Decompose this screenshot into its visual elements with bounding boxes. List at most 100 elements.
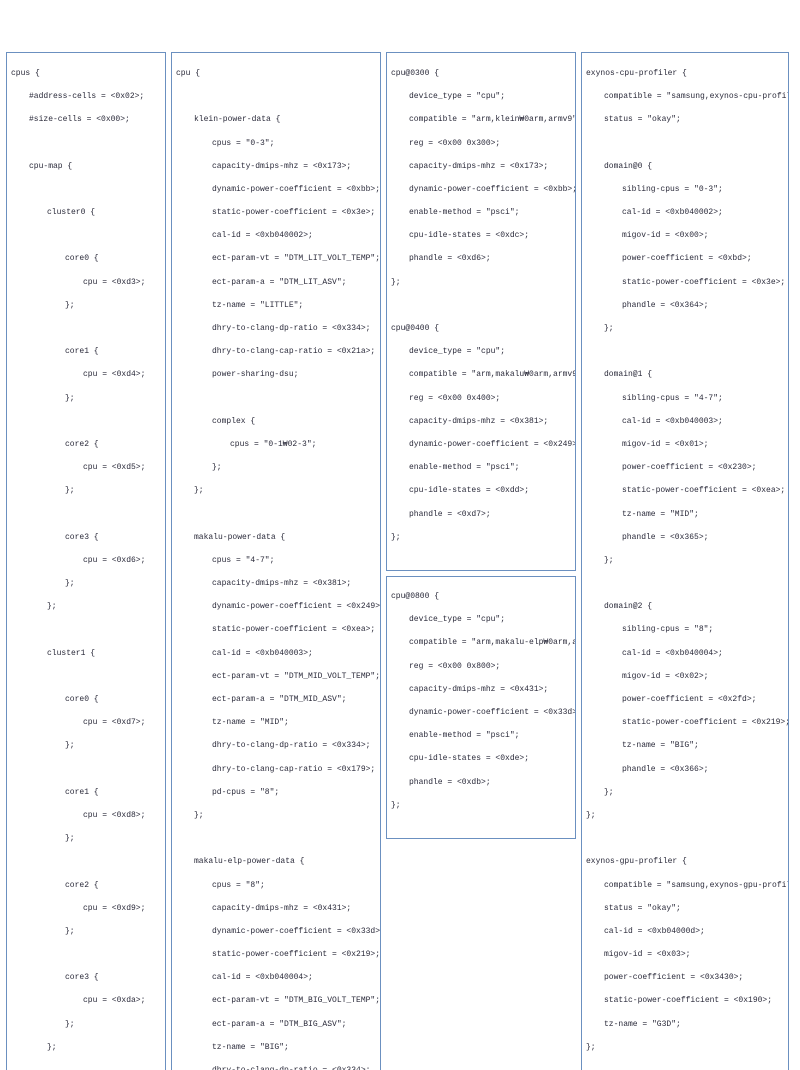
box-profilers: exynos-cpu-profiler { compatible = "sams… (581, 52, 789, 1070)
cpu0400-dyn: dynamic-power-coefficient = <0x249>; (391, 439, 571, 451)
cpu0800-dyn: dynamic-power-coefficient = <0x33d>; (391, 707, 571, 719)
m-dhry-dp: dhry-to-clang-dp-ratio = <0x334>; (176, 740, 376, 752)
cpu-xd3: cpu = <0xd3>; (11, 277, 161, 289)
close: }; (586, 323, 784, 335)
close: }; (586, 787, 784, 799)
m-stat: static-power-coefficient = <0xea>; (176, 624, 376, 636)
close: }; (11, 601, 161, 613)
close: }; (176, 462, 376, 474)
col-cpus: cpus { #address-cells = <0x02>; #size-ce… (6, 52, 166, 1070)
gp-compat: compatible = "samsung,exynos-gpu-profile… (586, 880, 784, 892)
e-dmips: capacity-dmips-mhz = <0x431>; (176, 903, 376, 915)
cpu0800-reg: reg = <0x00 0x800>; (391, 661, 571, 673)
k-ectvt: ect-param-vt = "DTM_LIT_VOLT_TEMP"; (176, 253, 376, 265)
cpu0300-reg: reg = <0x00 0x300>; (391, 138, 571, 150)
d0-open: domain@0 { (586, 161, 784, 173)
cpu0300-dyn: dynamic-power-coefficient = <0xbb>; (391, 184, 571, 196)
cpu0800-dmips: capacity-dmips-mhz = <0x431>; (391, 684, 571, 696)
d2-tz: tz-name = "BIG"; (586, 740, 784, 752)
close: }; (391, 277, 571, 289)
cpu0300-open: cpu@0300 { (391, 68, 571, 80)
m-cal: cal-id = <0xb040003>; (176, 648, 376, 660)
cpu-xd8: cpu = <0xd8>; (11, 810, 161, 822)
close: }; (391, 800, 571, 812)
core1: core1 { (11, 346, 161, 358)
d0-sib: sibling-cpus = "0-3"; (586, 184, 784, 196)
d2-open: domain@2 { (586, 601, 784, 613)
close: }; (586, 555, 784, 567)
k-cal: cal-id = <0xb040002>; (176, 230, 376, 242)
close: }; (176, 810, 376, 822)
cpu0400-compat: compatible = "arm,makalu₩0arm,armv9"; (391, 369, 571, 381)
gp-mig: migov-id = <0x03>; (586, 949, 784, 961)
core2: core2 { (11, 880, 161, 892)
gp-spc: static-power-coefficient = <0x190>; (586, 995, 784, 1007)
devtype: device_type = "cpu"; (391, 614, 571, 626)
close: }; (11, 393, 161, 405)
close: }; (11, 1042, 161, 1054)
cpus-open: cpus (11, 69, 30, 78)
close: }; (176, 485, 376, 497)
col-power-data: cpu { klein-power-data { cpus = "0-3"; c… (171, 52, 381, 1070)
k-dyn: dynamic-power-coefficient = <0xbb>; (176, 184, 376, 196)
k-ecta: ect-param-a = "DTM_LIT_ASV"; (176, 277, 376, 289)
cpu-xd5: cpu = <0xd5>; (11, 462, 161, 474)
m-dyn: dynamic-power-coefficient = <0x249>; (176, 601, 376, 613)
cp-status: status = "okay"; (586, 114, 784, 126)
close: }; (11, 926, 161, 938)
core0: core0 { (11, 253, 161, 265)
klein-open: klein-power-data { (176, 114, 376, 126)
gpu-profiler-open: exynos-gpu-profiler { (586, 856, 784, 868)
d1-mig: migov-id = <0x01>; (586, 439, 784, 451)
d1-open: domain@1 { (586, 369, 784, 381)
gp-cal: cal-id = <0xb04000d>; (586, 926, 784, 938)
d2-mig: migov-id = <0x02>; (586, 671, 784, 683)
m-dmips: capacity-dmips-mhz = <0x381>; (176, 578, 376, 590)
e-ectvt: ect-param-vt = "DTM_BIG_VOLT_TEMP"; (176, 995, 376, 1007)
e-ecta: ect-param-a = "DTM_BIG_ASV"; (176, 1019, 376, 1031)
cpu-xda: cpu = <0xda>; (11, 995, 161, 1007)
d0-ph: phandle = <0x364>; (586, 300, 784, 312)
m-dhry-cap: dhry-to-clang-cap-ratio = <0x179>; (176, 764, 376, 776)
k-dmips: capacity-dmips-mhz = <0x173>; (176, 161, 376, 173)
cpu-xd7: cpu = <0xd7>; (11, 717, 161, 729)
cpu0400-reg: reg = <0x00 0x400>; (391, 393, 571, 405)
m-ecta: ect-param-a = "DTM_MID_ASV"; (176, 694, 376, 706)
box-cpu0800: cpu@0800 { device_type = "cpu"; compatib… (386, 576, 576, 839)
complex-cpus: cpus = "0-1₩02-3"; (176, 439, 376, 451)
close: }; (391, 532, 571, 544)
cpu0300-idle: cpu-idle-states = <0xdc>; (391, 230, 571, 242)
d1-sib: sibling-cpus = "4-7"; (586, 393, 784, 405)
d0-cal: cal-id = <0xb040002>; (586, 207, 784, 219)
cpu0800-phandle: phandle = <0xdb>; (391, 777, 571, 789)
e-dhry-dp: dhry-to-clang-dp-ratio = <0x334>; (176, 1065, 376, 1070)
box-power-data: cpu { klein-power-data { cpus = "0-3"; c… (171, 52, 381, 1070)
col-profilers: exynos-cpu-profiler { compatible = "sams… (581, 52, 789, 1070)
core2: core2 { (11, 439, 161, 451)
col-cpu-nodes: cpu@0300 { device_type = "cpu"; compatib… (386, 52, 576, 838)
close: }; (11, 485, 161, 497)
cluster1: cluster1 { (11, 648, 161, 660)
cpu-map: cpu-map (29, 162, 63, 171)
close: }; (11, 300, 161, 312)
e-cpus: cpus = "8"; (176, 880, 376, 892)
complex-open: complex { (176, 416, 376, 428)
k-pshare: power-sharing-dsu; (176, 369, 376, 381)
makalu-open: makalu-power-data { (176, 532, 376, 544)
m-cpus: cpus = "4-7"; (176, 555, 376, 567)
cpu0400-dmips: capacity-dmips-mhz = <0x381>; (391, 416, 571, 428)
m-tz: tz-name = "MID"; (176, 717, 376, 729)
code-columns: cpus { #address-cells = <0x02>; #size-ce… (6, 52, 794, 1070)
cpu-xd6: cpu = <0xd6>; (11, 555, 161, 567)
devtype: device_type = "cpu"; (391, 91, 571, 103)
elp-open: makalu-elp-power-data { (176, 856, 376, 868)
cpu-xd4: cpu = <0xd4>; (11, 369, 161, 381)
gp-tz: tz-name = "G3D"; (586, 1019, 784, 1031)
core3: core3 { (11, 532, 161, 544)
close: }; (586, 810, 784, 822)
d1-spc: static-power-coefficient = <0xea>; (586, 485, 784, 497)
cpu0400-idle: cpu-idle-states = <0xdd>; (391, 485, 571, 497)
m-ectvt: ect-param-vt = "DTM_MID_VOLT_TEMP"; (176, 671, 376, 683)
cp-compat: compatible = "samsung,exynos-cpu-profile… (586, 91, 784, 103)
core0: core0 { (11, 694, 161, 706)
